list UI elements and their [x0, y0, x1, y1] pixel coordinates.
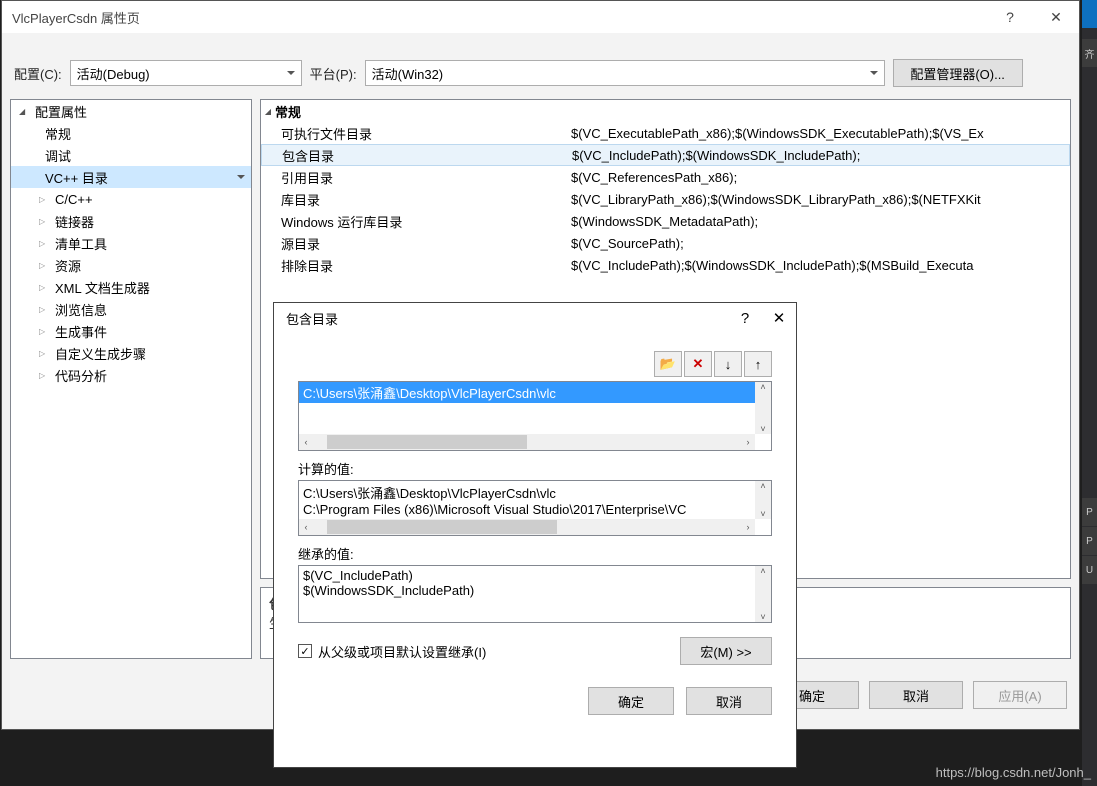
main-button-row: 确定 取消 应用(A) [765, 681, 1067, 709]
inherit-checkbox[interactable]: ✓ [298, 644, 312, 658]
sub-title-text: 包含目录 [286, 309, 338, 328]
include-dirs-dialog: 包含目录 ? ✕ 📂 ✕ ↓ ↑ C:\Users\张涌鑫\Desktop\Vl… [273, 302, 797, 768]
grid-row-highlight[interactable]: 包含目录$(VC_IncludePath);$(WindowsSDK_Inclu… [261, 144, 1070, 166]
sub-ok-button[interactable]: 确定 [588, 687, 674, 715]
grid-row[interactable]: Windows 运行库目录$(WindowsSDK_MetadataPath); [261, 210, 1070, 232]
vertical-scrollbar[interactable]: ˄˅ [755, 566, 771, 622]
side-tab[interactable]: U [1082, 556, 1097, 584]
expand-icon[interactable] [39, 216, 51, 227]
tree-item[interactable]: 配置属性 [11, 100, 251, 122]
tree-item[interactable]: XML 文档生成器 [11, 276, 251, 298]
side-tab[interactable]: 齐 [1082, 39, 1097, 67]
close-icon[interactable]: ✕ [1033, 1, 1079, 33]
expand-icon[interactable] [39, 304, 51, 315]
tree-item-selected[interactable]: VC++ 目录 [11, 166, 251, 188]
new-folder-icon[interactable]: 📂 [654, 351, 682, 377]
computed-label: 计算的值: [298, 459, 772, 478]
grid-section-header[interactable]: ◢ 常规 [261, 100, 1070, 122]
ide-side-tabs: 齐 P P U [1082, 0, 1097, 786]
tree-item[interactable]: 代码分析 [11, 364, 251, 386]
horizontal-scrollbar[interactable]: ‹ › [299, 519, 755, 535]
grid-row[interactable]: 引用目录$(VC_ReferencesPath_x86); [261, 166, 1070, 188]
titlebar[interactable]: VlcPlayerCsdn 属性页 ? ✕ [2, 1, 1079, 33]
window-title: VlcPlayerCsdn 属性页 [12, 8, 140, 27]
help-icon[interactable]: ? [987, 1, 1033, 33]
move-up-icon[interactable]: ↑ [744, 351, 772, 377]
dirs-listbox[interactable]: C:\Users\张涌鑫\Desktop\VlcPlayerCsdn\vlc ˄… [298, 381, 772, 451]
list-item-selected[interactable]: C:\Users\张涌鑫\Desktop\VlcPlayerCsdn\vlc [299, 382, 755, 403]
tree-item[interactable]: 清单工具 [11, 232, 251, 254]
expand-icon[interactable] [39, 238, 51, 249]
scroll-thumb[interactable] [327, 520, 557, 534]
expand-icon[interactable] [39, 260, 51, 271]
collapse-icon[interactable]: ◢ [261, 107, 275, 116]
expand-icon[interactable] [39, 326, 51, 337]
side-tab[interactable]: P [1082, 527, 1097, 555]
tree-item[interactable]: 链接器 [11, 210, 251, 232]
horizontal-scrollbar[interactable]: ‹ › [299, 434, 755, 450]
macros-button[interactable]: 宏(M) >> [680, 637, 772, 665]
tree-item[interactable]: 自定义生成步骤 [11, 342, 251, 364]
scroll-thumb[interactable] [327, 435, 527, 449]
tree-item[interactable]: 生成事件 [11, 320, 251, 342]
grid-row[interactable]: 库目录$(VC_LibraryPath_x86);$(WindowsSDK_Li… [261, 188, 1070, 210]
platform-label: 平台(P): [310, 64, 357, 83]
watermark-text: https://blog.csdn.net/Jonh_ [936, 765, 1091, 780]
grid-row[interactable]: 可执行文件目录$(VC_ExecutablePath_x86);$(Window… [261, 122, 1070, 144]
side-tab[interactable]: P [1082, 498, 1097, 526]
vertical-scrollbar[interactable]: ˄˅ [755, 382, 771, 434]
expand-icon[interactable] [39, 194, 51, 205]
expand-icon[interactable] [39, 370, 51, 381]
grid-row[interactable]: 排除目录$(VC_IncludePath);$(WindowsSDK_Inclu… [261, 254, 1070, 276]
config-select[interactable]: 活动(Debug) [70, 60, 302, 86]
config-row: 配置(C): 活动(Debug) 平台(P): 活动(Win32) 配置管理器(… [2, 33, 1079, 97]
sub-button-row: 确定 取消 [274, 665, 796, 715]
close-icon[interactable]: ✕ [762, 309, 796, 327]
inherited-textbox[interactable]: $(VC_IncludePath) $(WindowsSDK_IncludePa… [298, 565, 772, 623]
expand-icon[interactable] [39, 282, 51, 293]
expand-icon[interactable] [19, 106, 31, 117]
tree-item[interactable]: 资源 [11, 254, 251, 276]
grid-row[interactable]: 源目录$(VC_SourcePath); [261, 232, 1070, 254]
computed-textbox[interactable]: C:\Users\张涌鑫\Desktop\VlcPlayerCsdn\vlc C… [298, 480, 772, 536]
inherit-row: ✓ 从父级或项目默认设置继承(I) 宏(M) >> [298, 637, 772, 665]
side-tab[interactable] [1082, 0, 1097, 28]
inherit-checkbox-label[interactable]: 从父级或项目默认设置继承(I) [318, 642, 486, 661]
inherited-label: 继承的值: [298, 544, 772, 563]
tree-item[interactable]: 调试 [11, 144, 251, 166]
tree-item[interactable]: 浏览信息 [11, 298, 251, 320]
sub-cancel-button[interactable]: 取消 [686, 687, 772, 715]
help-icon[interactable]: ? [728, 310, 762, 327]
tree-item[interactable]: C/C++ [11, 188, 251, 210]
vertical-scrollbar[interactable]: ˄˅ [755, 481, 771, 519]
category-tree[interactable]: 配置属性 常规 调试 VC++ 目录 C/C++ 链接器 清单工具 资源 XML… [10, 99, 252, 659]
list-toolbar: 📂 ✕ ↓ ↑ [274, 333, 796, 381]
tree-item[interactable]: 常规 [11, 122, 251, 144]
move-down-icon[interactable]: ↓ [714, 351, 742, 377]
config-manager-button[interactable]: 配置管理器(O)... [893, 59, 1023, 87]
expand-icon[interactable] [39, 348, 51, 359]
cancel-button[interactable]: 取消 [869, 681, 963, 709]
sub-titlebar[interactable]: 包含目录 ? ✕ [274, 303, 796, 333]
apply-button[interactable]: 应用(A) [973, 681, 1067, 709]
config-label: 配置(C): [14, 64, 62, 83]
delete-icon[interactable]: ✕ [684, 351, 712, 377]
platform-select[interactable]: 活动(Win32) [365, 60, 885, 86]
